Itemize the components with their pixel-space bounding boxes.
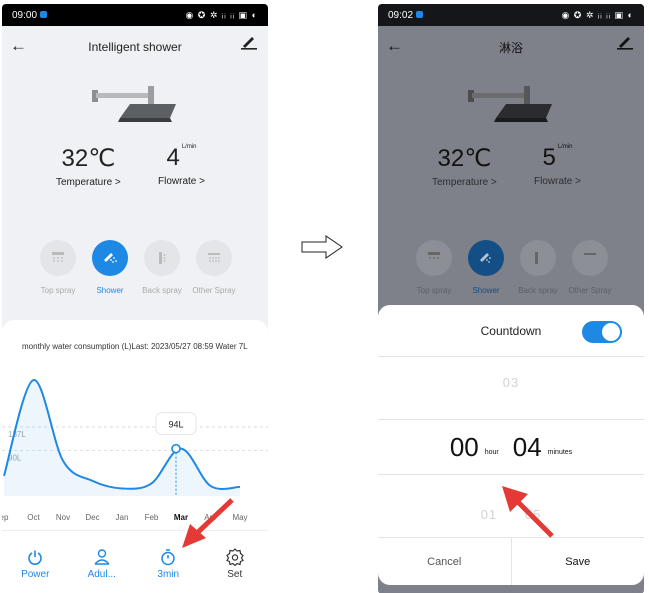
status-time: 09:00	[12, 9, 38, 21]
x-tick-label: Oct	[27, 513, 40, 522]
temperature-metric[interactable]: 32℃ Temperature >	[56, 144, 121, 188]
top-spray-icon	[40, 240, 76, 276]
mode-shower[interactable]: Shower	[464, 240, 508, 295]
temperature-link[interactable]: Temperature >	[432, 177, 497, 188]
x-tick-label: Nov	[56, 513, 70, 522]
page-title: Intelligent shower	[88, 40, 182, 54]
spray-modes: Top spray Shower Back spray Other Spray	[378, 240, 644, 310]
nav-label: Power	[21, 569, 50, 580]
spray-modes: Top spray Shower Back spray Other Spray	[2, 240, 268, 310]
tooltip-label: 94L	[168, 420, 183, 430]
temperature-link[interactable]: Temperature >	[56, 177, 121, 188]
status-icons: ◉ ✪ ✲ ᵢᵢ ᵢᵢ ▣ ◐	[185, 9, 258, 20]
other-spray-icon	[572, 240, 608, 276]
mode-label: Shower	[96, 286, 124, 295]
nav-adult[interactable]: Adul...	[74, 545, 130, 580]
shower-head-icon	[92, 86, 176, 122]
dialog-title: Countdown	[480, 323, 542, 338]
mode-label: Other Spray	[192, 286, 236, 295]
right-screen: 09:02 ◉ ✪ ✲ ᵢᵢ ᵢᵢ ▣ ◐ ← 淋浴 32℃ Temperatu…	[378, 4, 644, 593]
dialog-header: Countdown	[378, 305, 644, 357]
transition-arrow-icon	[301, 235, 343, 259]
mode-label: Other Spray	[568, 286, 612, 295]
shower-head-icon	[468, 86, 552, 122]
mode-label: Back spray	[142, 286, 182, 295]
x-tick-label: Jan	[116, 513, 129, 522]
minute-unit: minutes	[547, 448, 573, 456]
x-tick-label: ep	[2, 513, 9, 522]
x-tick-label: Feb	[145, 513, 159, 522]
top-spray-icon	[416, 240, 452, 276]
tooltip-point	[171, 443, 181, 454]
other-spray-icon	[196, 240, 232, 276]
flowrate-metric[interactable]: 5 L/min Flowrate >	[534, 144, 581, 187]
flowrate-unit: L/min	[181, 144, 197, 150]
flowrate-link[interactable]: Flowrate >	[534, 176, 581, 187]
temperature-value: 32℃	[437, 145, 492, 172]
edit-icon[interactable]	[240, 36, 258, 53]
page-title: 淋浴	[498, 40, 523, 55]
status-icons: ◉ ✪ ✲ ᵢᵢ ᵢᵢ ▣ ◐	[561, 9, 634, 20]
nav-label: Adul...	[87, 569, 116, 580]
nav-label: 3min	[157, 569, 180, 580]
mode-shower[interactable]: Shower	[88, 240, 132, 295]
mode-back-spray[interactable]: Back spray	[140, 240, 184, 295]
flowrate-value: 4	[166, 144, 180, 171]
picker-previous[interactable]: 03	[378, 375, 644, 390]
shower-mode-icon	[468, 240, 504, 276]
minute-value[interactable]: 04	[513, 432, 542, 463]
mode-label: Top spray	[40, 286, 76, 295]
temperature-value: 32℃	[61, 145, 116, 172]
status-time: 09:02	[388, 9, 414, 21]
countdown-toggle[interactable]	[582, 321, 622, 343]
save-button[interactable]: Save	[510, 538, 645, 585]
notification-icon	[40, 11, 48, 19]
x-tick-label: Dec	[85, 513, 99, 522]
toggle-knob	[602, 323, 620, 341]
back-arrow-icon[interactable]: ←	[10, 36, 27, 56]
annotation-arrow-icon	[502, 486, 554, 538]
notification-icon	[416, 11, 424, 19]
header: ← 淋浴	[378, 32, 644, 62]
person-icon	[74, 545, 130, 569]
mode-top-spray[interactable]: Top spray	[412, 240, 456, 295]
back-spray-icon	[520, 240, 556, 276]
power-icon	[7, 545, 63, 569]
back-arrow-icon[interactable]: ←	[386, 36, 403, 56]
flowrate-metric[interactable]: 4 L/min Flowrate >	[158, 144, 205, 187]
temperature-metric[interactable]: 32℃ Temperature >	[432, 144, 497, 188]
mode-other-spray[interactable]: Other Spray	[568, 240, 612, 295]
header: ← Intelligent shower	[2, 32, 268, 62]
status-bar: 09:02 ◉ ✪ ✲ ᵢᵢ ᵢᵢ ▣ ◐	[378, 4, 644, 26]
flowrate-value: 5	[542, 144, 556, 171]
back-spray-icon	[144, 240, 180, 276]
left-screen: 09:00 ◉ ✪ ✲ ᵢᵢ ᵢᵢ ▣ ◐ ← Intelligent show…	[2, 4, 268, 593]
picker-selected[interactable]: 00 hour 04 minutes	[378, 419, 644, 475]
nav-power[interactable]: Power	[7, 545, 63, 580]
status-bar: 09:00 ◉ ✪ ✲ ᵢᵢ ᵢᵢ ▣ ◐	[2, 4, 268, 26]
dialog-footer: Cancel Save	[378, 537, 644, 585]
mode-top-spray[interactable]: Top spray	[36, 240, 80, 295]
mode-label: Back spray	[518, 286, 558, 295]
hour-unit: hour	[484, 448, 499, 456]
hour-value[interactable]: 00	[450, 432, 479, 463]
nav-label: Set	[227, 569, 243, 580]
cancel-button[interactable]: Cancel	[378, 538, 511, 585]
annotation-arrow-icon	[182, 498, 234, 548]
shower-mode-icon	[92, 240, 128, 276]
countdown-dialog: Countdown 03 00 hour 04 minutes 01 05 Ca…	[378, 305, 644, 585]
edit-icon[interactable]	[616, 36, 634, 53]
mode-other-spray[interactable]: Other Spray	[192, 240, 236, 295]
mode-back-spray[interactable]: Back spray	[516, 240, 560, 295]
mode-label: Shower	[472, 286, 500, 295]
flowrate-unit: L/min	[557, 144, 573, 150]
flowrate-link[interactable]: Flowrate >	[158, 176, 205, 187]
mode-label: Top spray	[416, 286, 452, 295]
